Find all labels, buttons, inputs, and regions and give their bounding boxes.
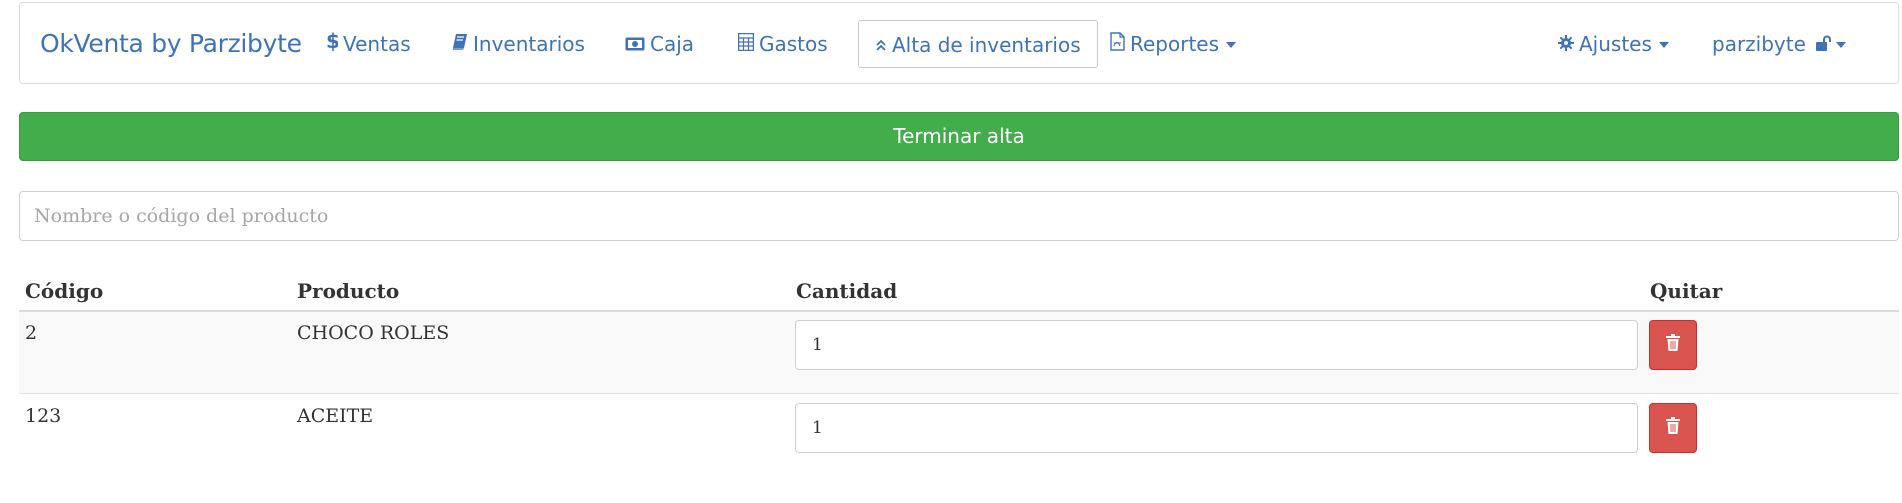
chevron-down-icon <box>1836 41 1847 48</box>
double-chevron-up-icon <box>875 21 887 69</box>
nav-caja[interactable]: Caja <box>625 20 694 68</box>
row-product: CHOCO ROLES <box>297 322 450 344</box>
nav-user-menu[interactable]: parzibyte <box>1712 20 1847 68</box>
row-code: 123 <box>25 405 62 427</box>
nav-inventarios[interactable]: Inventarios <box>452 20 585 68</box>
nav-reportes[interactable]: Reportes <box>1110 20 1237 68</box>
nav-ajustes[interactable]: Ajustes <box>1558 20 1669 68</box>
column-header-quantity: Cantidad <box>796 279 898 303</box>
brand-link[interactable]: OkVenta by Parzibyte <box>40 29 302 58</box>
nav-alta-inventarios-label: Alta de inventarios <box>892 33 1081 57</box>
trash-icon <box>1666 417 1680 439</box>
table-row: 123 ACEITE <box>19 394 1899 476</box>
row-product: ACEITE <box>297 405 374 427</box>
nav-gastos-label: Gastos <box>759 32 828 56</box>
nav-alta-inventarios[interactable]: Alta de inventarios <box>858 20 1098 68</box>
column-header-product: Producto <box>297 279 400 303</box>
pdf-file-icon <box>1110 20 1125 68</box>
column-header-code: Código <box>25 279 104 303</box>
money-icon <box>625 20 645 68</box>
navbar: OkVenta by Parzibyte $ Ventas Inventario… <box>19 2 1899 84</box>
calculator-icon <box>737 20 755 68</box>
gear-icon <box>1558 20 1574 68</box>
nav-gastos[interactable]: Gastos <box>737 20 828 68</box>
nav-user-label: parzibyte <box>1712 32 1806 56</box>
remove-row-button[interactable] <box>1649 320 1697 370</box>
unlock-icon <box>1816 20 1832 68</box>
chevron-down-icon <box>1226 41 1237 48</box>
product-search-input[interactable] <box>19 191 1899 241</box>
nav-ventas-label: Ventas <box>343 32 411 56</box>
nav-inventarios-label: Inventarios <box>473 32 585 56</box>
column-header-remove: Quitar <box>1650 279 1723 303</box>
remove-row-button[interactable] <box>1649 403 1697 453</box>
trash-icon <box>1666 334 1680 356</box>
table-row: 2 CHOCO ROLES <box>19 312 1899 394</box>
row-code: 2 <box>25 322 38 344</box>
quantity-input[interactable] <box>795 403 1638 453</box>
chevron-down-icon <box>1658 41 1669 48</box>
nav-caja-label: Caja <box>650 32 695 56</box>
quantity-input[interactable] <box>795 320 1638 370</box>
book-icon <box>452 20 468 68</box>
dollar-icon: $ <box>326 20 340 68</box>
svg-text:$: $ <box>326 31 338 51</box>
nav-ventas[interactable]: $ Ventas <box>326 20 411 68</box>
nav-ajustes-label: Ajustes <box>1579 32 1652 56</box>
terminar-alta-button[interactable]: Terminar alta <box>19 112 1899 161</box>
nav-reportes-label: Reportes <box>1130 32 1220 56</box>
